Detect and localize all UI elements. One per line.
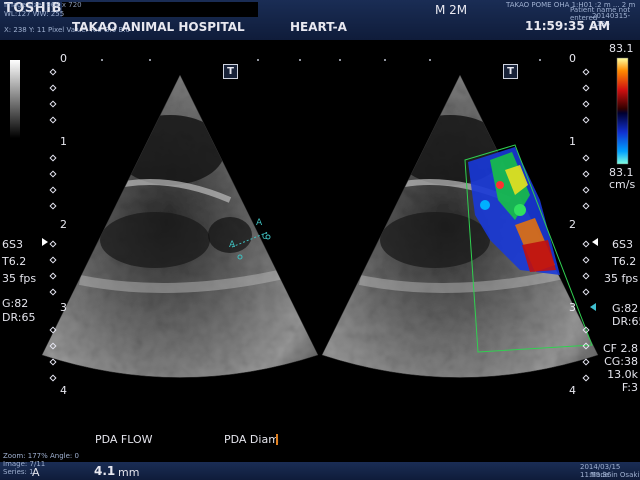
right-depth-4: 4 <box>569 384 576 397</box>
left-probe: 6S3 <box>2 238 23 251</box>
right-freq: T6.2 <box>612 255 637 268</box>
velocity-colorbar <box>616 57 629 165</box>
caliper-mark-c: C <box>262 232 268 241</box>
measurement-letter: A <box>32 466 40 479</box>
right-params: 6S3 T6.2 <box>612 236 636 270</box>
grayscale-bar <box>10 60 20 138</box>
hospital-name: TAKAO ANIMAL HOSPITAL <box>72 20 245 34</box>
left-depth-1: 1 <box>60 135 67 148</box>
caliper-mark-a-top: A <box>256 218 263 228</box>
measurement-value: 4.1 <box>94 464 116 478</box>
left-depth-0: 0 <box>60 52 67 65</box>
clock-time: 11:59:35 AM <box>525 19 611 33</box>
left-bmode-sector <box>42 75 318 378</box>
right-depth-2: 2 <box>569 218 576 231</box>
series-info: Series: 1 <box>3 468 34 476</box>
caliper-mark-a-bottom: A <box>229 240 236 250</box>
left-t-marker[interactable]: T <box>223 64 238 79</box>
footer-made-in: Made in Osaki <box>590 471 640 479</box>
right-probe: 6S3 <box>612 238 633 251</box>
header-bar: TOSHIBA Image size: 960 x 720 WL:127 WW:… <box>0 0 640 40</box>
ultrasound-image-area[interactable] <box>0 40 640 462</box>
right-cf-gain: CG:38 <box>604 355 638 368</box>
annotation-pda-flow: PDA FLOW <box>95 433 153 446</box>
imaging-mode: M 2M <box>435 3 468 17</box>
image-size-info: Image size: 960 x 720 <box>4 1 82 9</box>
left-fps: 35 fps <box>2 272 37 285</box>
zoom-angle-info: Zoom: 177% Angle: 0 <box>3 452 79 460</box>
right-cf-filter: F:3 <box>621 381 638 394</box>
left-params: 6S3 T6.2 35 fps <box>2 236 36 287</box>
right-depth-3: 3 <box>569 301 576 314</box>
right-cf-freq: CF 2.8 <box>603 342 638 355</box>
right-gain: G:82 <box>612 302 639 315</box>
exam-preset: HEART-A <box>290 20 347 34</box>
left-focus-marker-icon <box>42 238 48 246</box>
right-color-doppler-sector <box>322 75 598 378</box>
right-cf-params: CF 2.8 CG:38 13.0k F:3 <box>602 342 638 394</box>
right-gain-params: G:82 DR:65 <box>612 302 640 328</box>
left-dr: DR:65 <box>2 311 36 324</box>
right-t-marker[interactable]: T <box>503 64 518 79</box>
left-gain-params: G:82 DR:65 <box>2 297 35 325</box>
left-gain: G:82 <box>2 297 29 310</box>
left-freq: T6.2 <box>2 255 27 268</box>
redacted-patient-box <box>62 2 258 17</box>
reference-dots <box>101 59 541 61</box>
left-depth-2: 2 <box>60 218 67 231</box>
right-cf-focus-marker-icon <box>590 303 596 311</box>
right-depth-1: 1 <box>569 135 576 148</box>
right-cf-prf: 13.0k <box>607 368 638 381</box>
left-depth-3: 3 <box>60 301 67 314</box>
colorbar-top-label: 83.1 <box>609 42 634 55</box>
wl-ww-info: WL:127 WW: 255 <box>4 10 65 18</box>
colorbar-unit-label: cm/s <box>609 178 636 191</box>
right-dr: DR:65 <box>612 315 640 328</box>
right-focus-marker-icon <box>592 238 598 246</box>
measurement-unit: mm <box>118 466 140 479</box>
right-fps: 35 fps <box>604 272 639 285</box>
right-depth-0: 0 <box>569 52 576 65</box>
left-depth-4: 4 <box>60 384 67 397</box>
annotation-pda-diam: PDA Diam <box>224 433 279 446</box>
text-cursor <box>276 434 278 445</box>
